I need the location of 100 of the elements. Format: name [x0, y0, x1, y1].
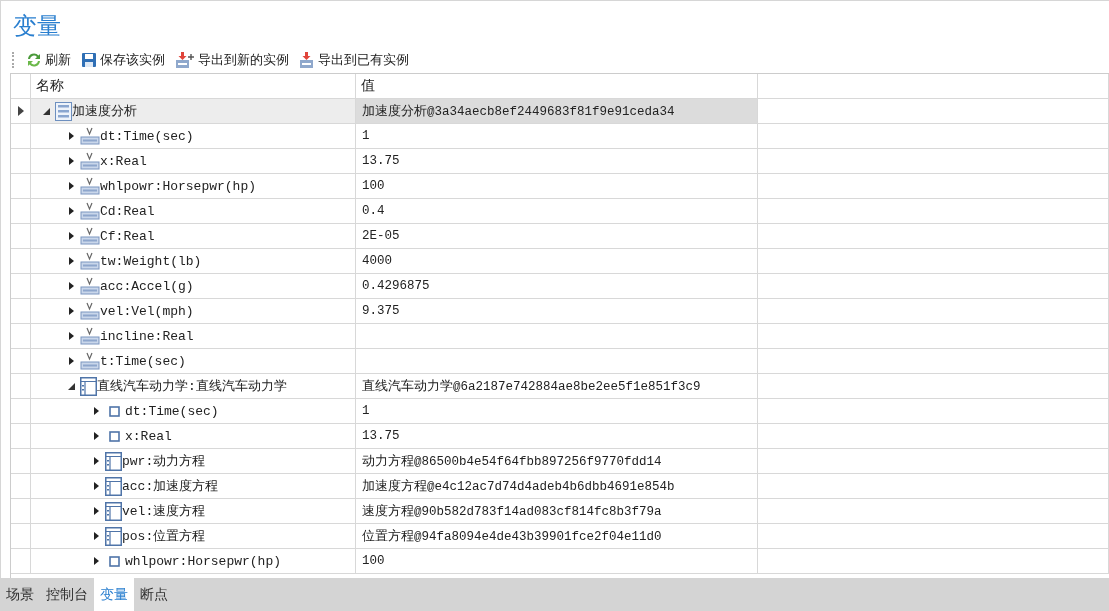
value-cell: 1 — [356, 399, 758, 424]
variable-name: pwr:动力方程 — [122, 453, 206, 470]
collapsed-arrow-icon[interactable] — [66, 231, 76, 241]
variable-name: x:Real — [100, 153, 147, 169]
tab[interactable]: 场景 — [0, 578, 40, 611]
value-cell: 位置方程@94fa8094e4de43b39901fce2f04e11d0 — [356, 524, 758, 549]
toolbar-button[interactable]: 刷新 — [26, 51, 71, 69]
variable-name: pos:位置方程 — [122, 528, 206, 545]
variable-name: acc:Accel(g) — [100, 278, 194, 294]
collapsed-arrow-icon[interactable] — [91, 481, 101, 491]
list-icon — [55, 101, 72, 121]
variable-name: whlpowr:Horsepwr(hp) — [125, 553, 282, 569]
collapsed-arrow-icon[interactable] — [91, 556, 101, 566]
value-cell: 0.4 — [356, 199, 758, 224]
tree-row[interactable]: acc:Accel(g) — [31, 274, 356, 299]
tree-row[interactable]: x:Real — [31, 424, 356, 449]
tree-row[interactable]: tw:Weight(lb) — [31, 249, 356, 274]
variable-name: acc:加速度方程 — [122, 478, 219, 495]
variable-name: whlpowr:Horsepwr(hp) — [100, 178, 257, 194]
collapsed-arrow-icon[interactable] — [91, 456, 101, 466]
tray-icon — [80, 202, 100, 220]
expanded-arrow-icon[interactable] — [66, 381, 76, 391]
tray-icon — [80, 302, 100, 320]
tree-row[interactable]: dt:Time(sec) — [31, 399, 356, 424]
tree-row[interactable]: x:Real — [31, 149, 356, 174]
tree-row[interactable]: pos:位置方程 — [31, 524, 356, 549]
tree-row[interactable]: vel:Vel(mph) — [31, 299, 356, 324]
tab[interactable]: 断点 — [134, 578, 174, 611]
variable-name: incline:Real — [100, 328, 194, 344]
tab[interactable]: 控制台 — [40, 578, 94, 611]
tray-icon — [80, 177, 100, 195]
value-cell: 0.4296875 — [356, 274, 758, 299]
tree-row[interactable]: incline:Real — [31, 324, 356, 349]
value-cell: 动力方程@86500b4e54f64fbb897256f9770fdd14 — [356, 449, 758, 474]
tree-row[interactable]: Cf:Real — [31, 224, 356, 249]
collapsed-arrow-icon[interactable] — [91, 531, 101, 541]
save-icon — [81, 52, 97, 68]
variable-name: 加速度分析 — [72, 103, 137, 120]
current-row-icon — [17, 106, 24, 116]
collapsed-arrow-icon[interactable] — [66, 206, 76, 216]
value-cell: 100 — [356, 549, 758, 574]
value-cell: 1 — [356, 124, 758, 149]
collapsed-arrow-icon[interactable] — [66, 356, 76, 366]
tree-row[interactable]: dt:Time(sec) — [31, 124, 356, 149]
value-cell: 13.75 — [356, 424, 758, 449]
tree-row[interactable]: t:Time(sec) — [31, 349, 356, 374]
tray-icon — [80, 352, 100, 370]
value-cell: 4000 — [356, 249, 758, 274]
tree-row[interactable]: pwr:动力方程 — [31, 449, 356, 474]
value-cell: 直线汽车动力学@6a2187e742884ae8be2ee5f1e851f3c9 — [356, 374, 758, 399]
tree-row[interactable]: 加速度分析 — [31, 99, 356, 124]
refresh-icon — [26, 52, 42, 68]
tree-row[interactable]: vel:速度方程 — [31, 499, 356, 524]
tray-icon — [80, 127, 100, 145]
collapsed-arrow-icon[interactable] — [66, 306, 76, 316]
tree-row[interactable]: 直线汽车动力学:直线汽车动力学 — [31, 374, 356, 399]
value-cell: 加速度方程@e4c12ac7d74d4adeb4b6dbb4691e854b — [356, 474, 758, 499]
variable-name: t:Time(sec) — [100, 353, 186, 369]
tree-row[interactable]: Cd:Real — [31, 199, 356, 224]
collapsed-arrow-icon[interactable] — [66, 331, 76, 341]
tray-icon — [80, 152, 100, 170]
toolbar-button[interactable]: 导出到已有实例 — [299, 51, 409, 69]
value-cell: 100 — [356, 174, 758, 199]
tray-icon — [80, 327, 100, 345]
collapsed-arrow-icon[interactable] — [66, 181, 76, 191]
value-cell: 13.75 — [356, 149, 758, 174]
panel-icon — [105, 501, 122, 521]
variable-name: dt:Time(sec) — [125, 403, 219, 419]
tree-row[interactable]: acc:加速度方程 — [31, 474, 356, 499]
variable-name: 直线汽车动力学:直线汽车动力学 — [97, 378, 287, 395]
panel-title: 变量 — [13, 11, 61, 42]
toolbar-button[interactable]: 导出到新的实例 — [175, 51, 289, 69]
tree-row[interactable]: whlpowr:Horsepwr(hp) — [31, 174, 356, 199]
value-cell: 速度方程@90b582d783f14ad083cf814fc8b3f79a — [356, 499, 758, 524]
value-cell: 9.375 — [356, 299, 758, 324]
tray-icon — [80, 277, 100, 295]
tab[interactable]: 变量 — [94, 578, 134, 611]
variable-name: Cf:Real — [100, 228, 155, 244]
tree-row[interactable]: whlpowr:Horsepwr(hp) — [31, 549, 356, 574]
collapsed-arrow-icon[interactable] — [91, 506, 101, 516]
variable-name: tw:Weight(lb) — [100, 253, 202, 269]
collapsed-arrow-icon[interactable] — [91, 431, 101, 441]
collapsed-arrow-icon[interactable] — [66, 131, 76, 141]
toolbar-button[interactable]: 保存该实例 — [81, 51, 165, 69]
square-icon — [109, 430, 120, 442]
panel-icon — [80, 376, 97, 396]
variable-name: Cd:Real — [100, 203, 155, 219]
collapsed-arrow-icon[interactable] — [91, 406, 101, 416]
variable-name: x:Real — [125, 428, 172, 444]
panel-icon — [105, 526, 122, 546]
expanded-arrow-icon[interactable] — [41, 106, 51, 116]
variable-name: vel:速度方程 — [122, 503, 206, 520]
collapsed-arrow-icon[interactable] — [66, 156, 76, 166]
export-icon — [299, 51, 315, 69]
square-icon — [109, 405, 120, 417]
collapsed-arrow-icon[interactable] — [66, 281, 76, 291]
tray-icon — [80, 252, 100, 270]
panel-icon — [105, 451, 122, 471]
collapsed-arrow-icon[interactable] — [66, 256, 76, 266]
export-icon — [175, 51, 195, 69]
